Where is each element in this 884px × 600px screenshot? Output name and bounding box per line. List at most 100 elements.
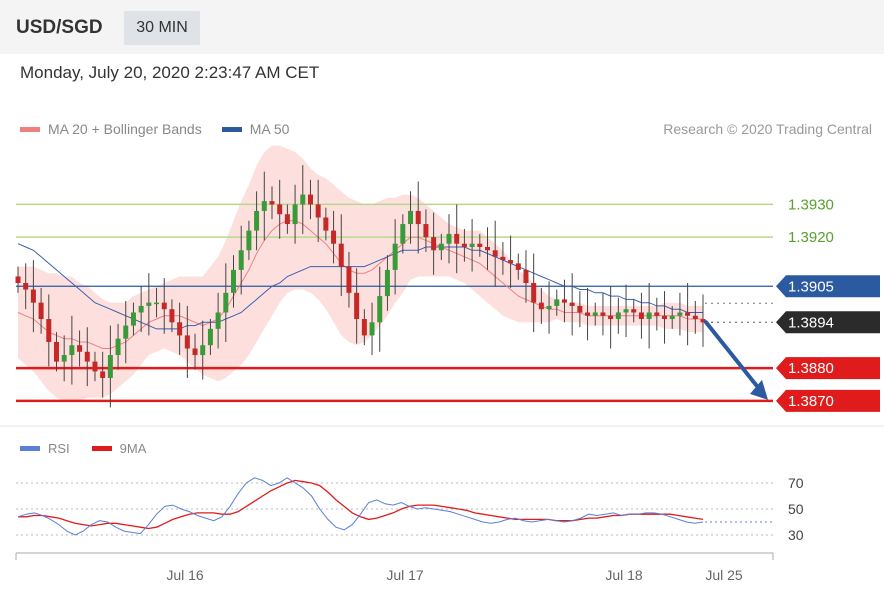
candle-body	[92, 361, 98, 372]
candle-body	[238, 250, 244, 270]
level-label-0: 1.3930	[788, 196, 834, 213]
candle-body	[669, 315, 675, 320]
candle-body	[284, 214, 290, 225]
candle-body	[623, 309, 629, 313]
level-label-3: 1.3894	[788, 314, 834, 331]
candle-body	[169, 309, 175, 323]
candle-body	[231, 269, 237, 293]
candle-body	[23, 283, 29, 290]
candle-body	[408, 210, 414, 225]
candle-body	[631, 309, 637, 313]
candle-body	[377, 296, 383, 323]
candle-body	[400, 224, 406, 244]
candle-body	[677, 312, 683, 316]
candle-body	[685, 312, 691, 316]
candle-body	[130, 312, 136, 326]
forecast-arrow-shaft	[704, 320, 762, 392]
candle-body	[84, 351, 90, 362]
candle-body	[446, 233, 452, 244]
candle-body	[646, 312, 652, 320]
candle-body	[554, 299, 560, 306]
candle-body	[461, 243, 467, 247]
candle-body	[600, 312, 606, 316]
rsi-ma-line	[18, 479, 704, 530]
level-label-1: 1.3920	[788, 229, 834, 246]
candle-body	[115, 338, 121, 356]
candle-body	[500, 256, 506, 261]
candle-body	[477, 243, 483, 247]
level-label-5: 1.3870	[788, 393, 834, 410]
candle-body	[361, 319, 367, 336]
candle-body	[184, 335, 190, 349]
candle-body	[431, 237, 437, 251]
candle-body	[154, 302, 160, 305]
candle-body	[207, 328, 213, 346]
candle-body	[692, 315, 698, 320]
candle-body	[146, 302, 152, 306]
candle-body	[615, 312, 621, 320]
price-chart: 1.3930 1.3920 1.3905 1.3894 1.3880 1.3870 70 50…	[0, 145, 884, 583]
candle-body	[177, 322, 183, 336]
candle-body	[384, 269, 390, 297]
x-tick-label: Jul 17	[386, 567, 424, 583]
rsi-tick-30: 30	[788, 527, 804, 543]
candle-body	[469, 243, 475, 247]
candle-body	[223, 292, 229, 313]
candle-body	[585, 312, 591, 316]
candle-body	[292, 204, 298, 225]
candle-body	[569, 302, 575, 306]
rsi-tick-50: 50	[788, 501, 804, 517]
x-tick-label: Jul 18	[605, 567, 643, 583]
candle-body	[338, 243, 344, 267]
candle-body	[346, 266, 352, 293]
candle-body	[592, 312, 598, 316]
candle-body	[77, 345, 83, 352]
candle-body	[415, 210, 421, 225]
candle-body	[331, 230, 337, 244]
candle-body	[492, 250, 498, 257]
candle-body	[307, 194, 313, 205]
candle-body	[123, 325, 129, 339]
candle-body	[323, 217, 329, 231]
candle-body	[200, 345, 206, 356]
x-tick-label: Jul 25	[705, 567, 743, 583]
candle-body	[454, 233, 460, 244]
candle-body	[561, 299, 567, 303]
candle-body	[215, 312, 221, 329]
candle-body	[354, 292, 360, 320]
candle-body	[608, 315, 614, 320]
candle-body	[15, 276, 21, 283]
x-tick-label: Jul 16	[166, 567, 204, 583]
candle-body	[61, 355, 67, 362]
candle-body	[515, 263, 521, 270]
candle-body	[69, 345, 75, 356]
candle-body	[246, 230, 252, 251]
candle-body	[577, 305, 583, 313]
candle-body	[192, 348, 198, 356]
candle-body	[277, 204, 283, 215]
rsi-tick-70: 70	[788, 475, 804, 491]
candle-body	[46, 319, 52, 342]
candle-body	[369, 322, 375, 336]
level-label-4: 1.3880	[788, 360, 834, 377]
candle-body	[484, 246, 490, 251]
rsi-line	[17, 477, 704, 536]
candle-body	[423, 224, 429, 238]
candle-body	[30, 289, 36, 303]
candle-body	[161, 302, 167, 310]
candle-body	[438, 243, 444, 251]
candle-body	[38, 302, 44, 320]
candle-body	[100, 371, 106, 378]
candle-body	[269, 201, 275, 205]
candle-body	[531, 283, 537, 303]
candle-body	[315, 204, 321, 218]
candle-body	[254, 210, 260, 231]
candle-body	[107, 355, 113, 378]
candle-body	[300, 194, 306, 205]
candle-body	[261, 201, 267, 211]
candle-body	[523, 269, 529, 283]
candle-body	[538, 302, 544, 310]
level-label-2: 1.3905	[788, 278, 834, 295]
candle-body	[662, 315, 668, 320]
candle-body	[53, 341, 59, 362]
